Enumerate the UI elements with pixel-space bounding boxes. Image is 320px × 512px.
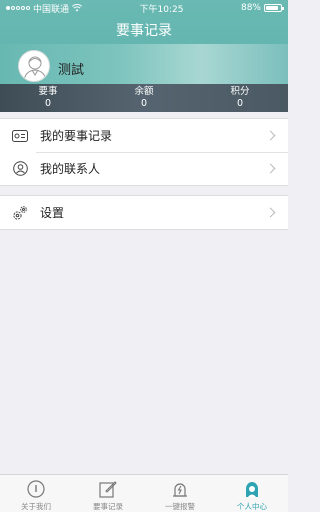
stat-balance[interactable]: 余额 0 xyxy=(96,84,192,112)
tab-about-us-label: 关于我们 xyxy=(21,502,51,511)
carrier-label: 中国联通 xyxy=(33,4,70,15)
battery-percent: 88% xyxy=(240,3,261,13)
stat-balance-value: 0 xyxy=(140,98,148,109)
signal-icon xyxy=(6,6,30,10)
stat-points[interactable]: 积分 0 xyxy=(192,84,288,112)
battery-icon xyxy=(264,4,284,12)
contact-icon xyxy=(12,161,28,177)
stat-records[interactable]: 要事 0 xyxy=(0,84,96,112)
tab-records[interactable]: 要事记录 xyxy=(72,475,144,512)
avatar[interactable] xyxy=(18,50,50,82)
status-left: 中国联通 xyxy=(6,2,83,15)
tab-personal-center[interactable]: 个人中心 xyxy=(216,475,288,512)
tab-bar: 关于我们 要事记录 一键报警 个人中心 xyxy=(0,474,288,512)
menu-item-my-records[interactable]: 我的要事记录 xyxy=(0,119,288,152)
menu-item-settings-label: 设置 xyxy=(40,206,65,220)
stat-points-label: 积分 xyxy=(230,86,250,97)
tab-alarm[interactable]: 一键报警 xyxy=(144,475,216,512)
status-right: 88% xyxy=(240,3,284,13)
chevron-right-icon xyxy=(265,130,276,141)
gear-icon xyxy=(12,205,28,221)
stats-bar: 要事 0 余额 0 积分 0 xyxy=(0,84,288,112)
menu-item-my-contacts[interactable]: 我的联系人 xyxy=(0,152,288,185)
edit-icon xyxy=(99,480,117,498)
tab-alarm-label: 一键报警 xyxy=(165,502,195,511)
status-time: 下午10:25 xyxy=(139,4,184,15)
info-icon xyxy=(27,480,45,498)
menu-group-settings: 设置 xyxy=(0,195,288,230)
battery-fill xyxy=(266,6,279,10)
menu-item-settings[interactable]: 设置 xyxy=(0,196,288,229)
tab-personal-center-label: 个人中心 xyxy=(237,502,267,511)
stat-records-value: 0 xyxy=(44,98,52,109)
stat-records-label: 要事 xyxy=(38,86,58,97)
chevron-right-icon xyxy=(265,207,276,218)
stat-points-value: 0 xyxy=(236,98,244,109)
menu-item-my-contacts-label: 我的联系人 xyxy=(40,162,101,176)
profile-username: 测試 xyxy=(58,63,85,78)
chevron-right-icon xyxy=(265,163,276,174)
tab-about-us[interactable]: 关于我们 xyxy=(0,475,72,512)
stat-balance-label: 余额 xyxy=(134,86,154,97)
menu-item-my-records-label: 我的要事记录 xyxy=(40,129,113,143)
id-card-icon xyxy=(12,128,28,144)
page-title: 要事记录 xyxy=(116,23,172,39)
wifi-icon xyxy=(72,4,83,12)
alarm-icon xyxy=(171,480,189,498)
menu-group-main: 我的要事记录 我的联系人 xyxy=(0,118,288,186)
status-bar: 中国联通 下午10:25 88% xyxy=(0,0,288,16)
tab-records-label: 要事记录 xyxy=(93,502,123,511)
person-icon xyxy=(243,480,261,498)
